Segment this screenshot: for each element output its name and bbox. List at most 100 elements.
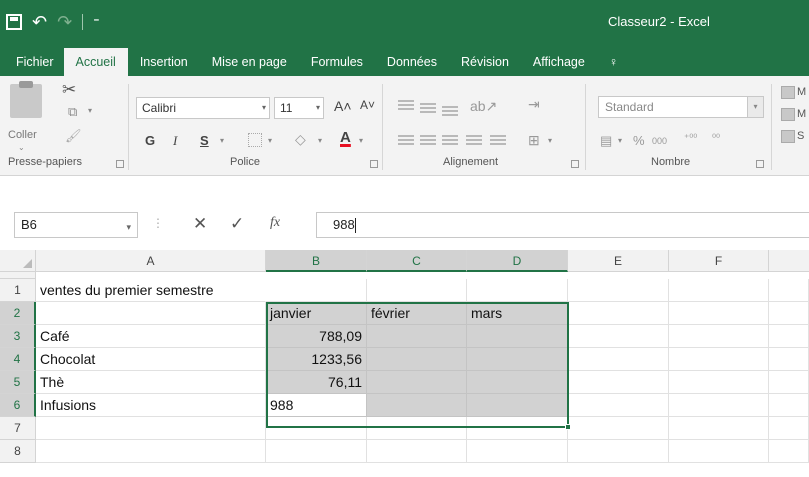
paste-icon[interactable] [10, 81, 42, 118]
cell-b4[interactable]: 1233,56 [266, 348, 367, 371]
tab-revision[interactable]: Révision [449, 48, 521, 76]
cell-styles-icon[interactable] [781, 130, 795, 143]
cell-e4[interactable] [568, 348, 669, 371]
formula-input[interactable]: 988 [316, 212, 809, 238]
cell-f2[interactable] [669, 302, 769, 325]
number-launcher-icon[interactable] [756, 160, 764, 168]
enter-icon[interactable]: ✓ [230, 214, 244, 234]
cell-d5[interactable] [467, 371, 568, 394]
cell-a1[interactable]: ventes du premier semestre [36, 279, 266, 302]
cell-e5[interactable] [568, 371, 669, 394]
align-left-icon[interactable] [398, 135, 414, 147]
accounting-dropdown-icon[interactable]: ▾ [618, 136, 622, 145]
cell-f6[interactable] [669, 394, 769, 417]
decrease-indent-icon[interactable] [466, 135, 482, 147]
tab-fichier[interactable]: Fichier [0, 48, 64, 76]
cell-d2[interactable]: mars [467, 302, 568, 325]
cell-g2[interactable] [769, 302, 809, 325]
format-as-table-icon[interactable] [781, 108, 795, 121]
cell-a6[interactable]: Infusions [36, 394, 266, 417]
row-header-1[interactable]: 1 [0, 279, 36, 302]
format-as-table-label[interactable]: M [797, 108, 806, 120]
underline-dropdown-icon[interactable]: ▾ [220, 136, 224, 145]
orientation-icon[interactable]: ab↗ [470, 98, 497, 115]
cell-f4[interactable] [669, 348, 769, 371]
merge-dropdown-icon[interactable]: ▾ [548, 136, 552, 145]
cell-d1[interactable] [467, 279, 568, 302]
cell-b7[interactable] [266, 417, 367, 440]
cell-g8[interactable] [769, 440, 809, 463]
tell-me-icon[interactable]: ♀ [597, 48, 630, 76]
borders-icon[interactable] [248, 133, 262, 147]
increase-indent-icon[interactable] [490, 135, 506, 147]
cell-e1[interactable] [568, 279, 669, 302]
cell-c7[interactable] [367, 417, 467, 440]
row-header-7[interactable]: 7 [0, 417, 36, 440]
row-header-3[interactable]: 3 [0, 325, 36, 348]
copy-dropdown-icon[interactable]: ▾ [88, 106, 92, 115]
cell-d7[interactable] [467, 417, 568, 440]
row-header-8[interactable]: 8 [0, 440, 36, 463]
cell-d8[interactable] [467, 440, 568, 463]
cell-a4[interactable]: Chocolat [36, 348, 266, 371]
tab-affichage[interactable]: Affichage [521, 48, 597, 76]
cell-a3[interactable]: Café [36, 325, 266, 348]
cell-f1[interactable] [669, 279, 769, 302]
cell-a8[interactable] [36, 440, 266, 463]
cell-b2[interactable]: janvier [266, 302, 367, 325]
cell-g7[interactable] [769, 417, 809, 440]
row-header-6[interactable]: 6 [0, 394, 36, 417]
cell-b8[interactable] [266, 440, 367, 463]
font-launcher-icon[interactable] [370, 160, 378, 168]
column-header-c[interactable]: C [367, 250, 467, 272]
conditional-formatting-icon[interactable] [781, 86, 795, 99]
accounting-format-icon[interactable]: ▤ [600, 133, 612, 149]
undo-icon[interactable]: ↶ [32, 12, 47, 33]
increase-decimal-button[interactable]: ⁺⁰⁰ [684, 133, 697, 144]
alignment-launcher-icon[interactable] [571, 160, 579, 168]
cell-g3[interactable] [769, 325, 809, 348]
cell-styles-label[interactable]: S [797, 130, 804, 142]
cell-c5[interactable] [367, 371, 467, 394]
formula-bar-grip-icon[interactable]: ⋮ [152, 216, 164, 230]
redo-icon[interactable]: ↷ [57, 12, 72, 33]
cell-g4[interactable] [769, 348, 809, 371]
conditional-formatting-label[interactable]: M [797, 86, 806, 98]
align-bottom-icon[interactable] [442, 106, 458, 118]
tab-insertion[interactable]: Insertion [128, 48, 200, 76]
cell-a7[interactable] [36, 417, 266, 440]
cell-g1[interactable] [769, 279, 809, 302]
align-top-icon[interactable] [398, 100, 414, 112]
row-header-4[interactable]: 4 [0, 348, 36, 371]
cell-e3[interactable] [568, 325, 669, 348]
customize-qat-icon[interactable]: ⁼ [93, 15, 99, 29]
font-size-select[interactable]: 11 ▾ [274, 97, 324, 119]
percent-style-button[interactable]: % [633, 133, 645, 148]
cell-c4[interactable] [367, 348, 467, 371]
cancel-icon[interactable]: ✕ [193, 214, 207, 234]
italic-button[interactable]: I [173, 133, 177, 149]
fill-color-icon[interactable]: ◇ [295, 131, 306, 148]
cell-f5[interactable] [669, 371, 769, 394]
grow-font-icon[interactable]: A˄ [334, 98, 352, 114]
format-painter-icon[interactable]: 🖌 [65, 128, 82, 144]
cell-d4[interactable] [467, 348, 568, 371]
comma-style-button[interactable]: 000 [652, 136, 667, 146]
tab-mise-en-page[interactable]: Mise en page [200, 48, 299, 76]
cell-e6[interactable] [568, 394, 669, 417]
column-header-e[interactable]: E [568, 250, 669, 272]
borders-dropdown-icon[interactable]: ▾ [268, 136, 272, 145]
shrink-font-icon[interactable]: A˅ [360, 98, 375, 112]
align-center-icon[interactable] [420, 135, 436, 147]
font-color-button[interactable]: A [340, 129, 351, 146]
cell-e8[interactable] [568, 440, 669, 463]
cell-g5[interactable] [769, 371, 809, 394]
insert-function-icon[interactable]: fx [270, 215, 280, 231]
column-header-d[interactable]: D [467, 250, 568, 272]
cell-b1[interactable] [266, 279, 367, 302]
merge-center-icon[interactable]: ⊞ [528, 132, 540, 149]
tab-donnees[interactable]: Données [375, 48, 449, 76]
cell-c6[interactable] [367, 394, 467, 417]
column-header-f[interactable]: F [669, 250, 769, 272]
paste-button-label[interactable]: Coller [8, 129, 37, 141]
